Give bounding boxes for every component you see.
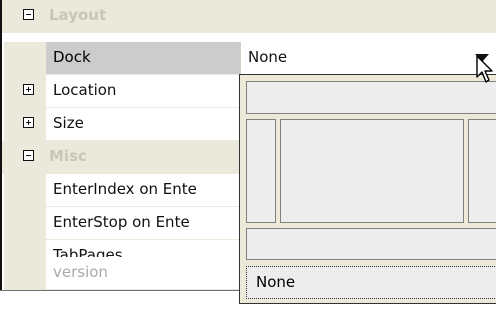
property-name-cell[interactable]: version [46, 257, 241, 290]
dock-picker-dropdown[interactable]: None [239, 74, 496, 304]
property-value-cell[interactable]: None [241, 42, 496, 75]
cursor-icon [476, 55, 493, 83]
property-name-cell[interactable]: Dock [46, 42, 241, 75]
property-name-dock: Dock [53, 48, 91, 66]
property-value-dock: None [248, 48, 288, 66]
property-name-cell[interactable]: Location [46, 75, 241, 108]
property-name-size: Size [53, 114, 84, 132]
category-layout-label: Layout [49, 6, 107, 24]
dock-none-option[interactable]: None [246, 266, 496, 299]
property-name-cell[interactable]: EnterStop on Ente [46, 207, 241, 240]
property-name-cell[interactable]: Size [46, 108, 241, 141]
dock-fill-option[interactable] [280, 119, 464, 223]
property-row-dock[interactable]: Dock None [2, 42, 496, 75]
property-name-location: Location [53, 81, 117, 99]
dock-right-option[interactable] [468, 119, 496, 223]
dock-bottom-option[interactable] [246, 228, 496, 260]
row-gutter [4, 257, 46, 290]
category-layout[interactable]: Layout [2, 0, 496, 33]
dock-top-option[interactable] [246, 81, 496, 114]
property-name-enter-index: EnterIndex on Ente [53, 180, 197, 198]
property-name-cell[interactable]: EnterIndex on Ente [46, 174, 241, 207]
collapse-icon[interactable] [23, 150, 34, 161]
row-gutter [4, 207, 46, 240]
dock-left-option[interactable] [246, 119, 276, 223]
expand-icon[interactable] [23, 117, 34, 128]
dock-none-label: None [256, 273, 296, 291]
property-name-enter-stop: EnterStop on Ente [53, 213, 190, 231]
property-name-version: version [53, 263, 108, 281]
expand-icon[interactable] [23, 84, 34, 95]
row-gutter [4, 174, 46, 207]
category-misc-label: Misc [49, 147, 87, 165]
row-gutter [4, 42, 46, 75]
collapse-icon[interactable] [23, 9, 34, 20]
